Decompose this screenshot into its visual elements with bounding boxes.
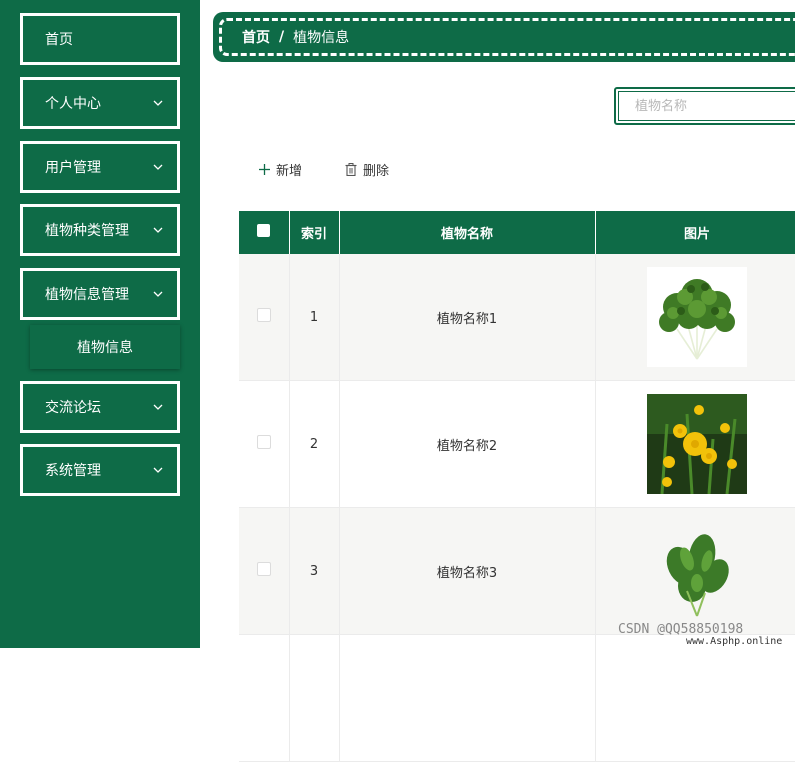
index-cell: 2 — [289, 380, 340, 508]
sidebar-item-plant-category-management[interactable]: 植物种类管理 — [20, 204, 180, 256]
search-input[interactable] — [618, 91, 795, 121]
name-cell: 植物名称1 — [339, 254, 596, 381]
select-all-cell — [239, 211, 290, 254]
sidebar-item-label: 用户管理 — [45, 160, 101, 176]
delete-button[interactable]: 删除 — [345, 158, 389, 180]
row-checkbox-cell — [239, 254, 290, 381]
index-cell: 3 — [289, 507, 340, 635]
table-row — [239, 634, 795, 762]
plant-table: 索引 植物名称 图片 1 植物名称1 2 植物名称2 3 植物名称3 — [239, 211, 795, 762]
row-checkbox[interactable] — [256, 435, 271, 449]
image-cell — [595, 254, 795, 381]
spinach-bunch-photo — [647, 521, 747, 621]
table-header-row: 索引 植物名称 图片 — [239, 211, 795, 254]
sidebar-subitem-plant-info[interactable]: 植物信息 — [30, 325, 180, 369]
search-box — [614, 87, 795, 125]
sidebar-item-label: 个人中心 — [45, 96, 101, 112]
watermark-site: www.Asphp.online — [686, 636, 783, 647]
add-button[interactable]: 新增 — [259, 158, 302, 180]
chevron-down-icon — [153, 289, 163, 299]
row-checkbox-cell — [239, 380, 290, 508]
index-cell — [289, 634, 340, 762]
breadcrumb-home-link[interactable]: 首页 — [242, 27, 270, 47]
row-checkbox-cell — [239, 634, 290, 762]
sidebar-item-label: 系统管理 — [45, 463, 101, 479]
sidebar-item-label: 植物信息管理 — [45, 287, 129, 303]
sidebar-item-home[interactable]: 首页 — [20, 13, 180, 65]
breadcrumb-inner: 首页 / 植物信息 — [219, 18, 795, 56]
row-checkbox[interactable] — [256, 562, 271, 576]
table-row: 1 植物名称1 — [239, 254, 795, 381]
chevron-down-icon — [153, 465, 163, 475]
delete-button-label: 删除 — [363, 163, 390, 179]
watermark: CSDN @QQ58850198 — [618, 622, 744, 637]
sidebar-item-system-management[interactable]: 系统管理 — [20, 444, 180, 496]
sidebar-item-label: 交流论坛 — [45, 400, 101, 416]
add-button-label: 新增 — [276, 163, 303, 179]
chevron-down-icon — [153, 162, 163, 172]
image-cell — [595, 507, 795, 635]
sidebar-item-label: 首页 — [45, 32, 73, 48]
image-cell — [595, 634, 795, 762]
sidebar-item-personal-center[interactable]: 个人中心 — [20, 77, 180, 129]
select-all-checkbox[interactable] — [257, 224, 271, 237]
row-checkbox[interactable] — [256, 308, 271, 322]
sidebar-subitem-label: 植物信息 — [77, 340, 133, 356]
sidebar-item-plant-info-management[interactable]: 植物信息管理 — [20, 268, 180, 320]
leafy-greens-photo — [647, 267, 747, 367]
breadcrumb-separator: / — [279, 29, 285, 45]
column-header-name: 植物名称 — [339, 211, 596, 254]
trash-icon — [345, 162, 357, 176]
sidebar: 首页 个人中心 用户管理 植物种类管理 植物信息管理 植物信息 交流论坛 系统管… — [0, 0, 200, 648]
name-cell: 植物名称2 — [339, 380, 596, 508]
chevron-down-icon — [153, 225, 163, 235]
plus-icon — [259, 163, 270, 175]
column-header-image: 图片 — [595, 211, 795, 254]
yellow-flowers-photo — [647, 394, 747, 494]
table-row: 3 植物名称3 — [239, 507, 795, 635]
chevron-down-icon — [153, 98, 163, 108]
column-header-index: 索引 — [289, 211, 340, 254]
name-cell: 植物名称3 — [339, 507, 596, 635]
breadcrumb: 首页 / 植物信息 — [213, 12, 795, 62]
name-cell — [339, 634, 596, 762]
sidebar-item-label: 植物种类管理 — [45, 223, 129, 239]
table-row: 2 植物名称2 — [239, 380, 795, 508]
chevron-down-icon — [153, 402, 163, 412]
image-cell — [595, 380, 795, 508]
breadcrumb-current: 植物信息 — [293, 30, 350, 46]
sidebar-item-user-management[interactable]: 用户管理 — [20, 141, 180, 193]
index-cell: 1 — [289, 254, 340, 381]
row-checkbox-cell — [239, 507, 290, 635]
sidebar-item-forum[interactable]: 交流论坛 — [20, 381, 180, 433]
